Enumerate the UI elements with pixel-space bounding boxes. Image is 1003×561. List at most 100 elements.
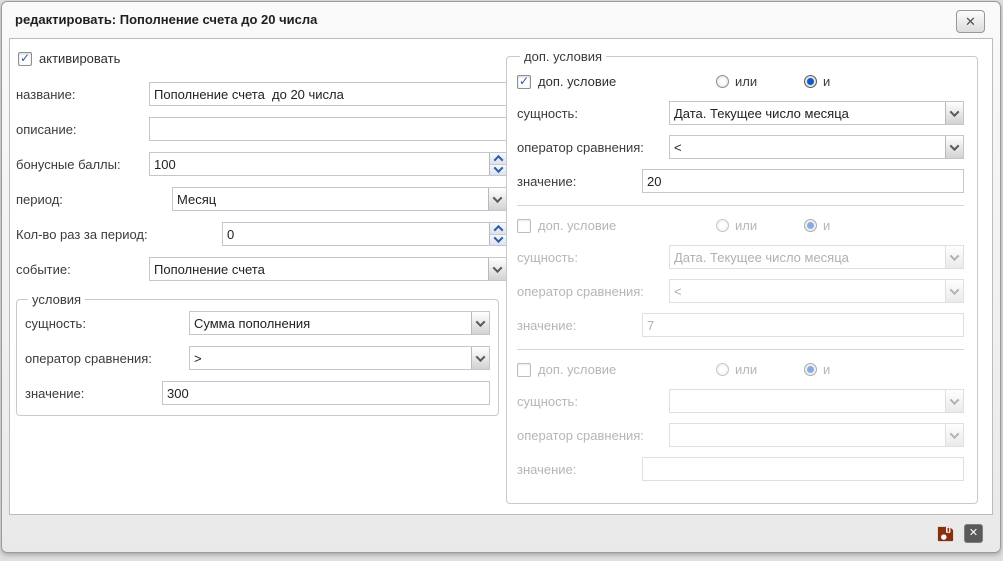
- entity-combobox: [189, 311, 490, 335]
- chevron-down-icon: [949, 140, 960, 151]
- activate-checkbox[interactable]: ✓: [18, 51, 32, 66]
- entity-combobox: [669, 245, 964, 269]
- entity-input[interactable]: [670, 246, 945, 268]
- edit-dialog-window: редактировать: Пополнение счета до 20 чи…: [1, 1, 1001, 553]
- value-label: значение:: [517, 317, 577, 333]
- value-label: значение:: [517, 173, 577, 189]
- dropdown-trigger[interactable]: [945, 280, 963, 302]
- dropdown-trigger[interactable]: [471, 347, 489, 369]
- or-radio[interactable]: [716, 363, 729, 376]
- close-icon: ✕: [968, 527, 979, 539]
- operator-label: оператор сравнения:: [25, 350, 152, 366]
- operator-row: оператор сравнения:: [517, 135, 964, 159]
- entity-label: сущность:: [517, 105, 578, 121]
- and-radio[interactable]: [804, 363, 817, 376]
- extra-condition-checkbox[interactable]: ✓: [517, 218, 531, 233]
- operator-input[interactable]: [670, 136, 945, 158]
- extra-condition-group-3: ✓ доп. условие или и сущность:: [517, 362, 964, 481]
- and-radio[interactable]: [804, 219, 817, 232]
- condition-entity-row: сущность:: [25, 311, 490, 335]
- times-input[interactable]: [223, 223, 489, 245]
- and-radio[interactable]: [804, 75, 817, 88]
- bonus-input[interactable]: [150, 153, 489, 175]
- entity-row: сущность:: [517, 245, 964, 269]
- value-input[interactable]: [642, 169, 964, 193]
- value-row: значение:: [517, 313, 964, 337]
- bonus-spin-buttons: [489, 153, 506, 175]
- chevron-down-icon: [949, 106, 960, 117]
- extra-condition-toggle: ✓ доп. условие: [517, 218, 716, 233]
- operator-input[interactable]: [190, 347, 471, 369]
- dropdown-trigger[interactable]: [945, 102, 963, 124]
- main-form: ✓ активировать название: описание: бонус…: [16, 51, 507, 416]
- dropdown-trigger[interactable]: [945, 136, 963, 158]
- extra-condition-checkbox[interactable]: ✓: [517, 362, 531, 377]
- entity-input[interactable]: [190, 312, 471, 334]
- and-label: и: [823, 74, 831, 89]
- close-button[interactable]: ✕: [964, 524, 983, 543]
- dialog-content: ✓ активировать название: описание: бонус…: [9, 38, 993, 515]
- condition-value-input[interactable]: [162, 381, 490, 405]
- dropdown-trigger[interactable]: [945, 390, 963, 412]
- chevron-down-icon: [949, 250, 960, 261]
- conditions-fieldset: условия сущность: оператор сравнения:: [16, 292, 499, 416]
- operator-combobox: [189, 346, 490, 370]
- or-label: или: [735, 218, 758, 233]
- entity-input[interactable]: [670, 102, 945, 124]
- close-icon: ✕: [965, 13, 976, 29]
- chevron-down-icon: [493, 233, 503, 244]
- bonus-row: бонусные баллы:: [16, 152, 507, 176]
- chevron-down-icon: [949, 428, 960, 439]
- entity-label: сущность:: [517, 393, 578, 409]
- extra-condition-label: доп. условие: [538, 362, 617, 377]
- or-option: или: [716, 74, 804, 89]
- floppy-save-icon: [937, 526, 954, 542]
- operator-combobox: [669, 135, 964, 159]
- dropdown-trigger[interactable]: [488, 258, 506, 280]
- save-button[interactable]: [936, 524, 955, 543]
- check-icon: ✓: [518, 73, 530, 88]
- times-spinner: [222, 222, 507, 246]
- operator-row: оператор сравнения:: [517, 423, 964, 447]
- dropdown-trigger[interactable]: [471, 312, 489, 334]
- operator-combobox: [669, 279, 964, 303]
- extra-condition-header: ✓ доп. условие или и: [517, 74, 964, 89]
- event-combobox: [149, 257, 507, 281]
- chevron-down-icon: [475, 316, 486, 327]
- entity-label: сущность:: [25, 315, 86, 331]
- and-option: и: [804, 74, 830, 89]
- operator-input[interactable]: [670, 280, 945, 302]
- dropdown-trigger[interactable]: [945, 424, 963, 446]
- name-input[interactable]: [149, 82, 507, 106]
- activate-label: активировать: [39, 51, 121, 66]
- period-input[interactable]: [173, 188, 488, 210]
- bonus-label: бонусные баллы:: [16, 156, 121, 172]
- value-label: значение:: [25, 385, 85, 401]
- extra-condition-checkbox[interactable]: ✓: [517, 73, 531, 89]
- value-input[interactable]: [642, 313, 964, 337]
- operator-label: оператор сравнения:: [517, 427, 644, 443]
- value-input[interactable]: [642, 457, 964, 481]
- chevron-down-icon: [492, 262, 503, 273]
- extra-condition-header: ✓ доп. условие или и: [517, 218, 964, 233]
- event-input[interactable]: [150, 258, 488, 280]
- dropdown-trigger[interactable]: [488, 188, 506, 210]
- times-row: Кол-во раз за период:: [16, 222, 507, 246]
- or-radio[interactable]: [716, 75, 729, 88]
- chevron-down-icon: [492, 192, 503, 203]
- dropdown-trigger[interactable]: [945, 246, 963, 268]
- or-radio[interactable]: [716, 219, 729, 232]
- entity-input[interactable]: [670, 390, 945, 412]
- extra-condition-toggle: ✓ доп. условие: [517, 362, 716, 377]
- and-label: и: [823, 362, 831, 377]
- and-option: и: [804, 218, 830, 233]
- dialog-title: редактировать: Пополнение счета до 20 чи…: [15, 12, 318, 27]
- spinner-down-button[interactable]: [490, 163, 506, 175]
- condition-operator-row: оператор сравнения:: [25, 346, 490, 370]
- window-close-button[interactable]: ✕: [956, 10, 985, 33]
- spinner-down-button[interactable]: [490, 233, 506, 245]
- entity-label: сущность:: [517, 249, 578, 265]
- period-combobox: [172, 187, 507, 211]
- description-input[interactable]: [149, 117, 507, 141]
- operator-input[interactable]: [670, 424, 945, 446]
